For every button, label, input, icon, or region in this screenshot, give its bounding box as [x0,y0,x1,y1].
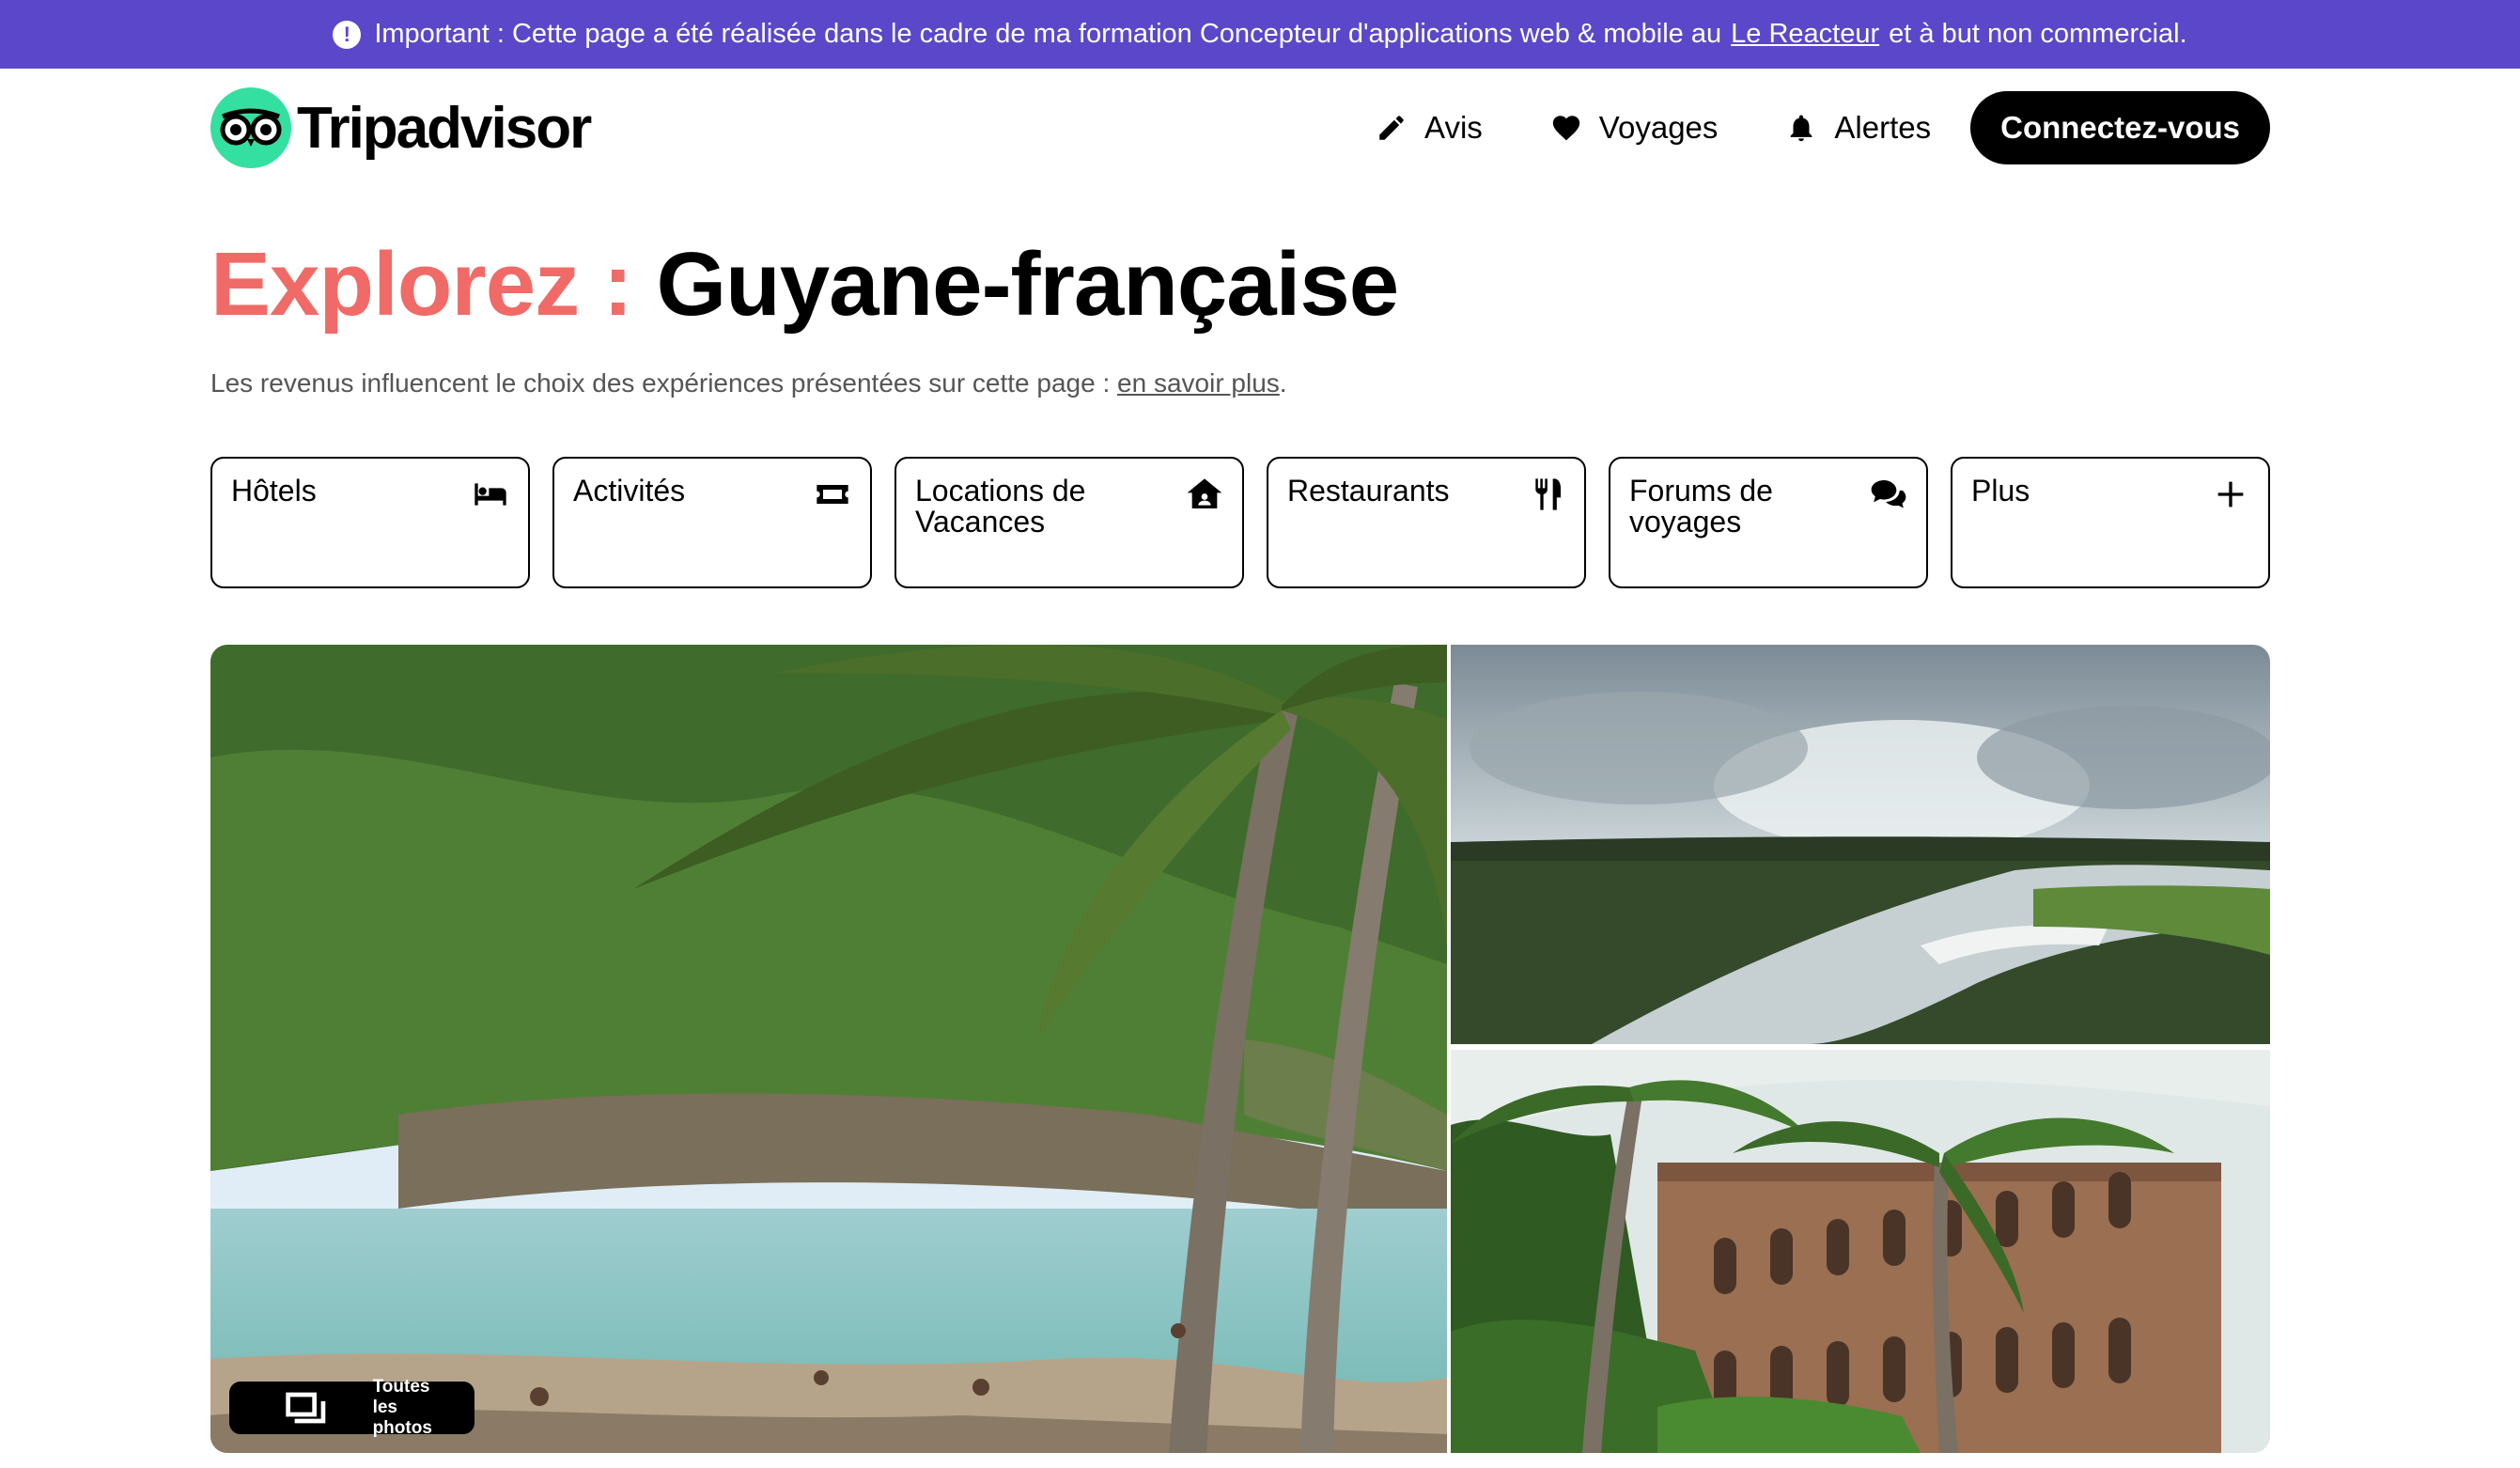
all-photos-button[interactable]: Toutes les photos [229,1377,475,1438]
house-icon [1187,478,1222,508]
site-header: Tripadvisor Avis Voyages Alertes Connect… [210,83,2270,173]
main-nav: Avis Voyages Alertes Connectez-vous [1308,91,2270,164]
card-locations[interactable]: Locations de Vacances [894,457,1244,588]
card-hotels-label: Hôtels [231,474,317,508]
nav-avis-label: Avis [1424,110,1483,145]
logo-text: Tripadvisor [297,95,592,161]
pencil-icon [1379,116,1404,140]
nav-alertes[interactable]: Alertes [1785,110,1931,146]
page-subtitle: Les revenus influencent le choix des exp… [210,368,1287,398]
all-photos-label: Toutes les photos [372,1377,432,1438]
card-activites[interactable]: Activités [552,457,872,588]
card-plus-label: Plus [1971,474,2030,508]
banner-link[interactable]: Le Reacteur [1731,19,1879,50]
subtitle-text: Les revenus influencent le choix des exp… [210,368,1111,398]
logo[interactable]: Tripadvisor [210,87,592,168]
learn-more-link[interactable]: en savoir plus [1117,368,1280,398]
nav-voyages[interactable]: Voyages [1550,110,1719,146]
info-icon: ! [333,20,362,49]
owl-logo-icon [210,87,291,168]
bed-icon [474,483,506,506]
photos-icon [286,1392,326,1424]
plus-icon [2217,481,2244,508]
subtitle-end: . [1279,368,1287,398]
card-restaurants[interactable]: Restaurants [1267,457,1586,588]
nav-avis[interactable]: Avis [1376,110,1483,146]
nav-alertes-label: Alertes [1834,110,1932,145]
card-forums-label: Forums de voyages [1629,474,1773,539]
chat-icon [1871,480,1906,508]
photo-marsh-sky[interactable] [1451,645,2270,1044]
heart-icon [1552,116,1579,141]
card-hotels[interactable]: Hôtels [210,457,530,588]
card-activites-label: Activités [573,474,686,508]
nav-voyages-label: Voyages [1598,110,1719,145]
login-button[interactable]: Connectez-vous [1970,91,2270,164]
card-plus[interactable]: Plus [1951,457,2270,588]
card-forums[interactable]: Forums de voyages [1609,457,1928,588]
photo-gallery: Toutes les photos [210,645,2270,1453]
ticket-icon [817,485,848,504]
bell-icon [1791,115,1812,142]
title-prefix: Explorez : [210,234,633,335]
card-restaurants-label: Restaurants [1287,474,1450,508]
info-banner: ! Important : Cette page a été réalisée … [0,0,2520,69]
main-photo-beach[interactable]: Toutes les photos [210,645,1447,1453]
page-title: Explorez : Guyane-française [210,233,1399,336]
title-place: Guyane-française [656,234,1399,335]
utensils-icon [1535,478,1561,510]
banner-text-end: et à but non commercial. [1889,19,2187,49]
photo-colonial-ruins[interactable] [1451,1050,2270,1453]
banner-text: Important : Cette page a été réalisée da… [374,19,1722,49]
card-locations-label: Locations de Vacances [915,474,1086,539]
category-cards: Hôtels Activités Locations de Vacances R… [210,457,2270,588]
